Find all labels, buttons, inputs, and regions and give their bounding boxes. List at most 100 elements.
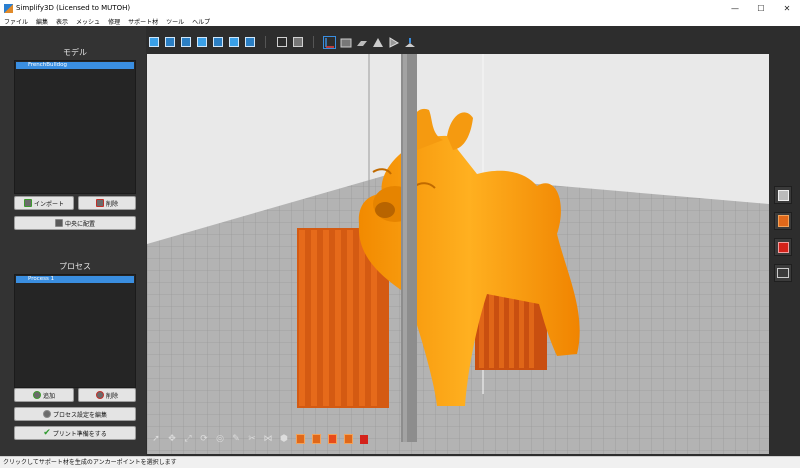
delete-model-button[interactable]: 削除 (78, 196, 136, 210)
edit-process-button-label: プロセス設定を編集 (52, 411, 107, 419)
menu-view[interactable]: 表示 (52, 17, 72, 26)
view-bottom-button[interactable] (179, 36, 192, 49)
menu-file[interactable]: ファイル (0, 17, 32, 26)
split-icon: ⋈ (263, 434, 273, 444)
orbit-tool-button[interactable]: ◎ (214, 433, 226, 445)
view-top-button[interactable] (163, 36, 176, 49)
support-clear-button[interactable] (358, 433, 370, 445)
paint-tool-button[interactable]: ✎ (230, 433, 242, 445)
left-panel: モデル FrenchBulldog インポート 削除 中央に配置 プロセス Pr… (0, 26, 146, 456)
cross-section-button[interactable] (387, 36, 400, 49)
support-edit-button[interactable] (774, 212, 792, 230)
minimize-button[interactable]: — (722, 0, 748, 16)
variable-settings-button[interactable] (774, 238, 792, 256)
select-tool-button[interactable]: ➚ (150, 433, 162, 445)
view-toolbar (147, 34, 416, 50)
delete-process-button[interactable]: 削除 (78, 388, 136, 402)
view-left-button[interactable] (227, 36, 240, 49)
cube-front-icon (196, 37, 207, 47)
cube-right-icon (244, 37, 255, 47)
arrange-icon: ⬢ (280, 434, 288, 444)
view-default-button[interactable] (147, 36, 160, 49)
axes-icon (325, 37, 334, 48)
scene-canvas (147, 54, 769, 454)
menu-tools[interactable]: ツール (162, 17, 188, 26)
ruler-icon (777, 268, 789, 278)
close-button[interactable]: ✕ (774, 0, 800, 16)
support-columns-icon (295, 434, 305, 444)
menu-support[interactable]: サポート材 (124, 17, 162, 26)
rotate-tool-button[interactable]: ⟳ (198, 433, 210, 445)
move-tool-button[interactable]: ✥ (166, 433, 178, 445)
pyramid-icon (372, 37, 383, 47)
menu-edit[interactable]: 編集 (32, 17, 52, 26)
app-body: モデル FrenchBulldog インポート 削除 中央に配置 プロセス Pr… (0, 26, 800, 456)
support-anchor-icon (327, 434, 337, 444)
model-cube-icon (777, 189, 789, 201)
model-list-item[interactable]: FrenchBulldog (16, 62, 134, 69)
window-controls: — ☐ ✕ (722, 0, 800, 16)
orbit-icon: ◎ (216, 434, 224, 444)
support-add-button[interactable] (294, 433, 306, 445)
maximize-button[interactable]: ☐ (748, 0, 774, 16)
menu-mesh[interactable]: メッシュ (72, 17, 104, 26)
cross-section-icon (389, 36, 399, 48)
paint-icon: ✎ (232, 434, 240, 444)
app-logo-icon (4, 3, 13, 13)
status-bar: クリックしてサポート材を生成のアンカーポイントを選択します (0, 456, 800, 468)
arrange-tool-button[interactable]: ⬢ (278, 433, 290, 445)
build-volume-button[interactable] (339, 36, 352, 49)
checkmark-icon: ✔ (43, 428, 51, 438)
tool-toolbar: ➚ ✥ ⤢ ⟳ ◎ ✎ ✂ ⋈ ⬢ (150, 431, 370, 447)
red-cube-icon (777, 241, 789, 253)
3d-viewport[interactable] (147, 54, 769, 454)
build-plate-button[interactable] (355, 36, 368, 49)
support-remove-icon (343, 434, 353, 444)
menu-help[interactable]: ヘルプ (188, 17, 214, 26)
view-back-button[interactable] (211, 36, 224, 49)
add-process-button-label: 追加 (42, 392, 55, 400)
scale-tool-button[interactable]: ⤢ (182, 433, 194, 445)
support-remove-button[interactable] (342, 433, 354, 445)
cube-view-icon (148, 37, 159, 47)
process-list[interactable]: Process 1 (14, 274, 136, 388)
add-process-button[interactable]: 追加 (14, 388, 74, 402)
measure-button[interactable] (774, 264, 792, 282)
delete-gear-icon (95, 391, 104, 399)
split-tool-button[interactable]: ⋈ (262, 433, 274, 445)
delete-icon (95, 199, 104, 207)
nozzle-icon (404, 37, 415, 47)
move-icon: ✥ (168, 434, 176, 444)
toolbar-separator (265, 36, 266, 48)
title-bar: Simplify3D (Licensed to MUTOH) — ☐ ✕ (0, 0, 800, 16)
process-list-item[interactable]: Process 1 (16, 276, 134, 283)
cube-left-icon (228, 37, 239, 47)
nozzle-view-button[interactable] (403, 36, 416, 49)
support-generate-button[interactable] (310, 433, 322, 445)
cut-tool-button[interactable]: ✂ (246, 433, 258, 445)
import-button[interactable]: インポート (14, 196, 74, 210)
settings-gear-icon (42, 410, 51, 418)
shade-button[interactable] (371, 36, 384, 49)
view-right-button[interactable] (243, 36, 256, 49)
solid-button[interactable] (291, 36, 304, 49)
delete-model-button-label: 削除 (105, 200, 118, 208)
support-columns-icon (777, 215, 789, 227)
support-generate-icon (311, 434, 321, 444)
models-panel-title: モデル (63, 48, 87, 57)
models-list[interactable]: FrenchBulldog (14, 60, 136, 194)
support-anchor-button[interactable] (326, 433, 338, 445)
model-cube-button[interactable] (774, 186, 792, 204)
center-button[interactable]: 中央に配置 (14, 216, 136, 230)
cube-back-icon (212, 37, 223, 47)
axes-button[interactable] (323, 35, 336, 49)
prepare-print-button[interactable]: ✔ プリント準備をする (14, 426, 136, 440)
view-front-button[interactable] (195, 36, 208, 49)
menu-repair[interactable]: 修理 (104, 17, 124, 26)
center-button-label: 中央に配置 (64, 220, 95, 228)
cube-top-icon (164, 37, 175, 47)
scale-icon: ⤢ (184, 434, 192, 444)
wireframe-button[interactable] (275, 36, 288, 49)
edit-process-button[interactable]: プロセス設定を編集 (14, 407, 136, 421)
build-plate-icon (356, 40, 367, 46)
